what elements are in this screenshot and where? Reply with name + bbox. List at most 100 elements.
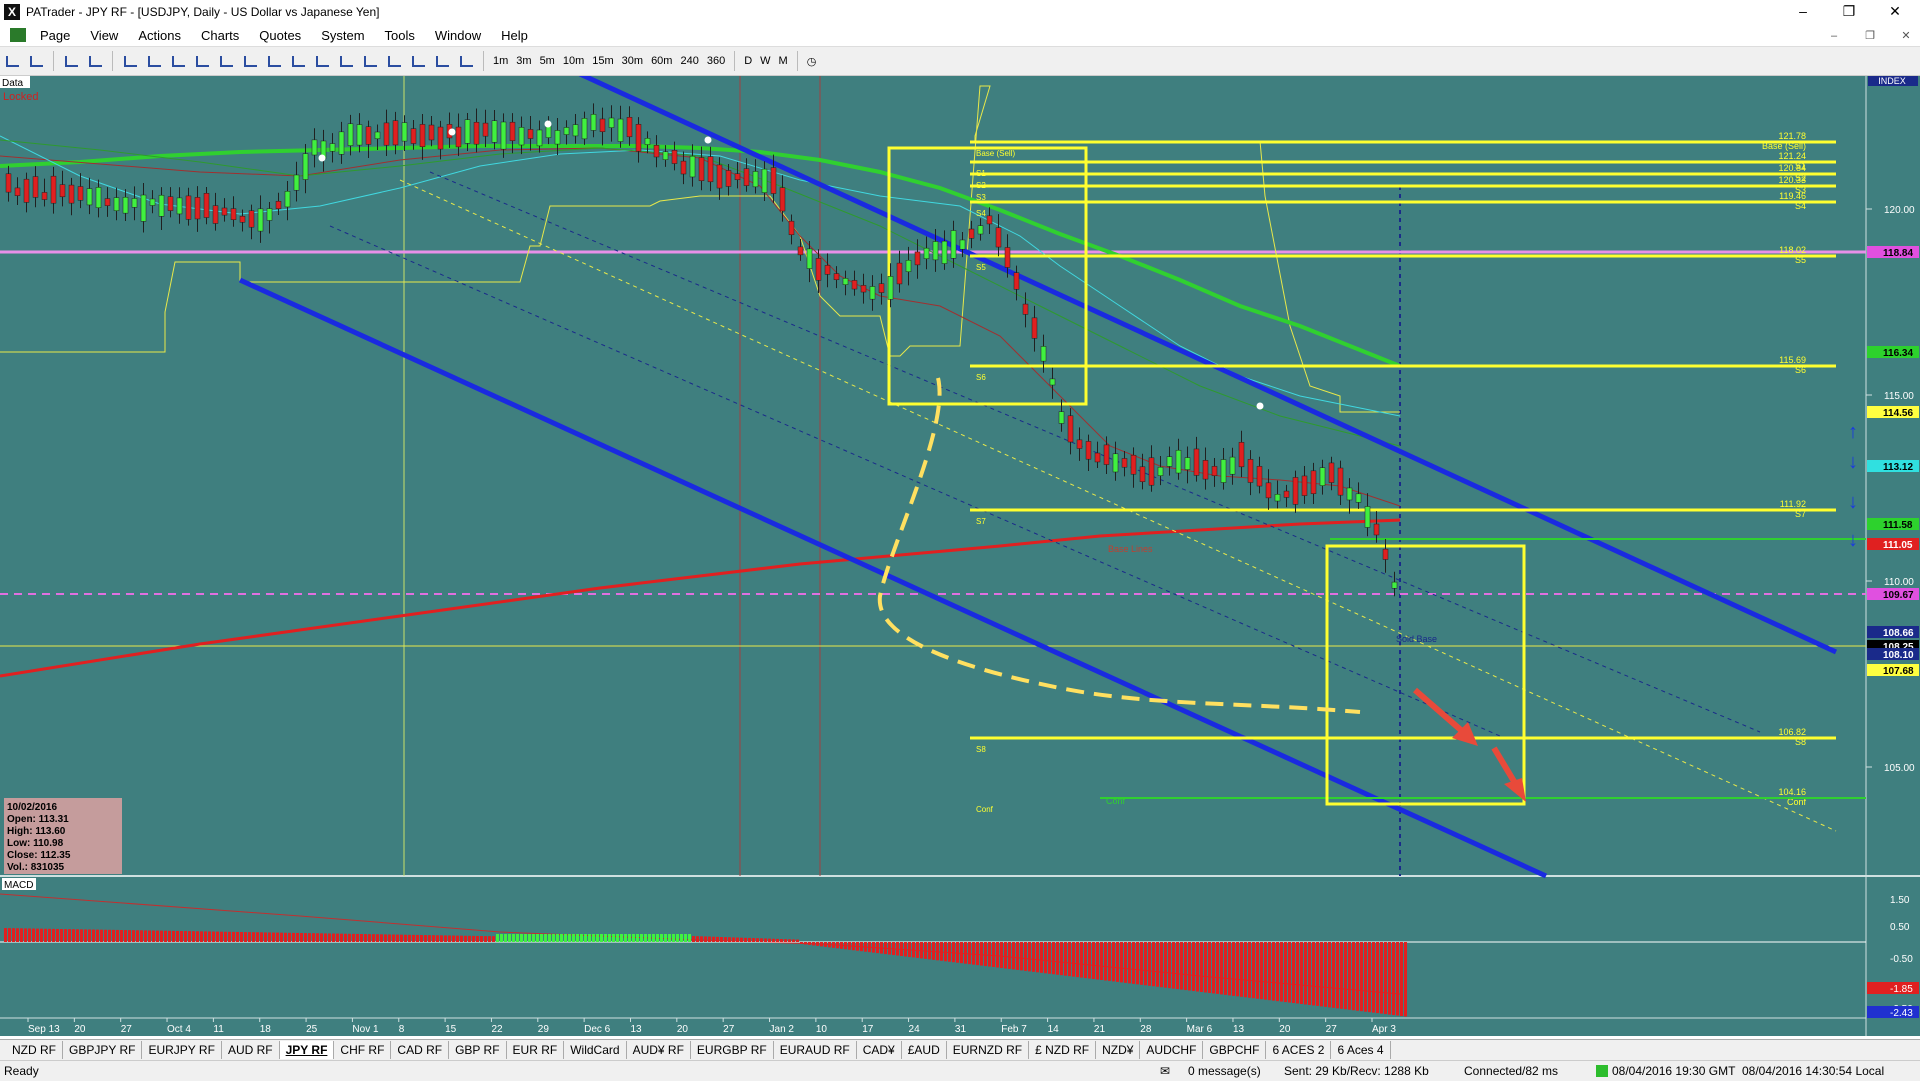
text-tool-icon[interactable] (408, 51, 428, 71)
macd-bar (1276, 942, 1279, 1002)
tab-cad-rf[interactable]: CAD RF (391, 1041, 450, 1059)
tab-6-aces-4[interactable]: 6 Aces 4 (1331, 1041, 1391, 1059)
macd-bar (1348, 942, 1351, 1010)
cursor-icon[interactable] (120, 51, 140, 71)
tab-nzd-rf[interactable]: NZD RF (6, 1041, 63, 1059)
mdi-minimize-button[interactable]: – (1822, 28, 1846, 44)
tab-eurjpy-rf[interactable]: EURJPY RF (142, 1041, 222, 1059)
macd-bar (624, 934, 627, 942)
more-tools-icon[interactable] (456, 51, 476, 71)
base-line-label: Base Lines (1108, 544, 1153, 554)
arc-tool-icon[interactable] (336, 51, 356, 71)
tab-gbpjpy-rf[interactable]: GBPJPY RF (63, 1041, 143, 1059)
tf-30m[interactable]: 30m (618, 55, 647, 67)
candle-body (167, 196, 174, 211)
price-tag: 108.10 (1883, 650, 1914, 661)
tab-aud-rf[interactable]: AUD¥ RF (627, 1041, 691, 1059)
candle-body (1193, 448, 1200, 476)
macd-bar (372, 934, 375, 942)
candle-body (5, 173, 12, 193)
macd-bar (1168, 942, 1171, 989)
channel-tool-icon[interactable] (216, 51, 236, 71)
line-tool-icon[interactable] (144, 51, 164, 71)
candle-body (923, 247, 930, 259)
macd-bar (1332, 942, 1335, 1008)
tab-audchf[interactable]: AUDCHF (1140, 1041, 1204, 1059)
macd-bar (1072, 942, 1075, 977)
ellipse-tool-icon[interactable] (432, 51, 452, 71)
tab-jpy-rf[interactable]: JPY RF (279, 1041, 335, 1059)
macd-bar (788, 939, 791, 942)
candle-body (968, 228, 975, 239)
tab-wildcard[interactable]: WildCard (564, 1041, 627, 1059)
macd-bar (1224, 942, 1227, 995)
tab-aud-rf[interactable]: AUD RF (222, 1041, 280, 1059)
macd-bar (12, 928, 15, 942)
menu-tools[interactable]: Tools (375, 28, 425, 43)
tab-gbp-rf[interactable]: GBP RF (449, 1041, 507, 1059)
tf-3m[interactable]: 3m (512, 55, 535, 67)
tab-nzd-[interactable]: NZD¥ (1096, 1041, 1141, 1059)
menu-view[interactable]: View (80, 28, 128, 43)
period-monthly[interactable]: M (775, 55, 792, 67)
menu-system[interactable]: System (311, 28, 374, 43)
tab-eurnzd-rf[interactable]: EURNZD RF (947, 1041, 1030, 1059)
candle-body (824, 265, 831, 275)
menu-actions[interactable]: Actions (128, 28, 191, 43)
close-button[interactable]: ✕ (1872, 0, 1918, 24)
hline-tool-icon[interactable] (168, 51, 188, 71)
menu-window[interactable]: Window (425, 28, 491, 43)
fib-fan-icon[interactable] (264, 51, 284, 71)
tab-cad-[interactable]: CAD¥ (857, 1041, 902, 1059)
minimize-button[interactable]: – (1780, 0, 1826, 24)
tf-15m[interactable]: 15m (588, 55, 617, 67)
tab--aud[interactable]: £AUD (902, 1041, 947, 1059)
tab-gbpchf[interactable]: GBPCHF (1203, 1041, 1267, 1059)
mdi-restore-button[interactable]: ❐ (1858, 28, 1882, 44)
clock-icon[interactable]: ◷ (803, 55, 821, 68)
menu-quotes[interactable]: Quotes (249, 28, 311, 43)
gann-icon[interactable] (288, 51, 308, 71)
tf-360[interactable]: 360 (703, 55, 729, 67)
candle-body (374, 131, 381, 140)
info-vol: Vol.: 831035 (7, 862, 65, 873)
fib-tool-icon[interactable] (240, 51, 260, 71)
macd-bar (280, 932, 283, 942)
crosshair-icon[interactable] (2, 51, 22, 71)
chart-area[interactable]: 121.78Base (Sell)Base (Sell)121.24S1S112… (0, 76, 1920, 1036)
tf-10m[interactable]: 10m (559, 55, 588, 67)
candle-body (32, 176, 39, 198)
tf-60m[interactable]: 60m (647, 55, 676, 67)
price-chart[interactable]: 121.78Base (Sell)Base (Sell)121.24S1S112… (0, 76, 1920, 1036)
macd-bar (304, 933, 307, 942)
tf-240[interactable]: 240 (676, 55, 702, 67)
macd-bar (376, 934, 379, 942)
menu-charts[interactable]: Charts (191, 28, 249, 43)
restore-button[interactable]: ❐ (1826, 0, 1872, 24)
tab-chf-rf[interactable]: CHF RF (334, 1041, 392, 1059)
rect-tool-icon[interactable] (312, 51, 332, 71)
tf-5m[interactable]: 5m (536, 55, 559, 67)
mdi-close-button[interactable]: ✕ (1894, 28, 1918, 44)
menu-page[interactable]: Page (30, 28, 80, 43)
period-daily[interactable]: D (740, 55, 756, 67)
tf-1m[interactable]: 1m (489, 55, 512, 67)
status-connected: Connected/82 ms (1464, 1064, 1559, 1078)
macd-bar (528, 934, 531, 942)
period-weekly[interactable]: W (756, 55, 774, 67)
tab-6-aces-2[interactable]: 6 ACES 2 (1266, 1041, 1332, 1059)
tab--nzd-rf[interactable]: £ NZD RF (1029, 1041, 1097, 1059)
menu-help[interactable]: Help (491, 28, 538, 43)
tab-euraud-rf[interactable]: EURAUD RF (774, 1041, 857, 1059)
plus-icon[interactable] (85, 51, 105, 71)
tab-eur-rf[interactable]: EUR RF (507, 1041, 565, 1059)
macd-bar (140, 930, 143, 942)
macd-bar (756, 938, 759, 942)
zoom-icon[interactable] (26, 51, 46, 71)
tab-eurgbp-rf[interactable]: EURGBP RF (691, 1041, 774, 1059)
indicator-icon[interactable] (61, 51, 81, 71)
triangle-tool-icon[interactable] (384, 51, 404, 71)
andrews-tool-icon[interactable] (360, 51, 380, 71)
trendline-tool-icon[interactable] (192, 51, 212, 71)
macd-bar (596, 934, 599, 942)
